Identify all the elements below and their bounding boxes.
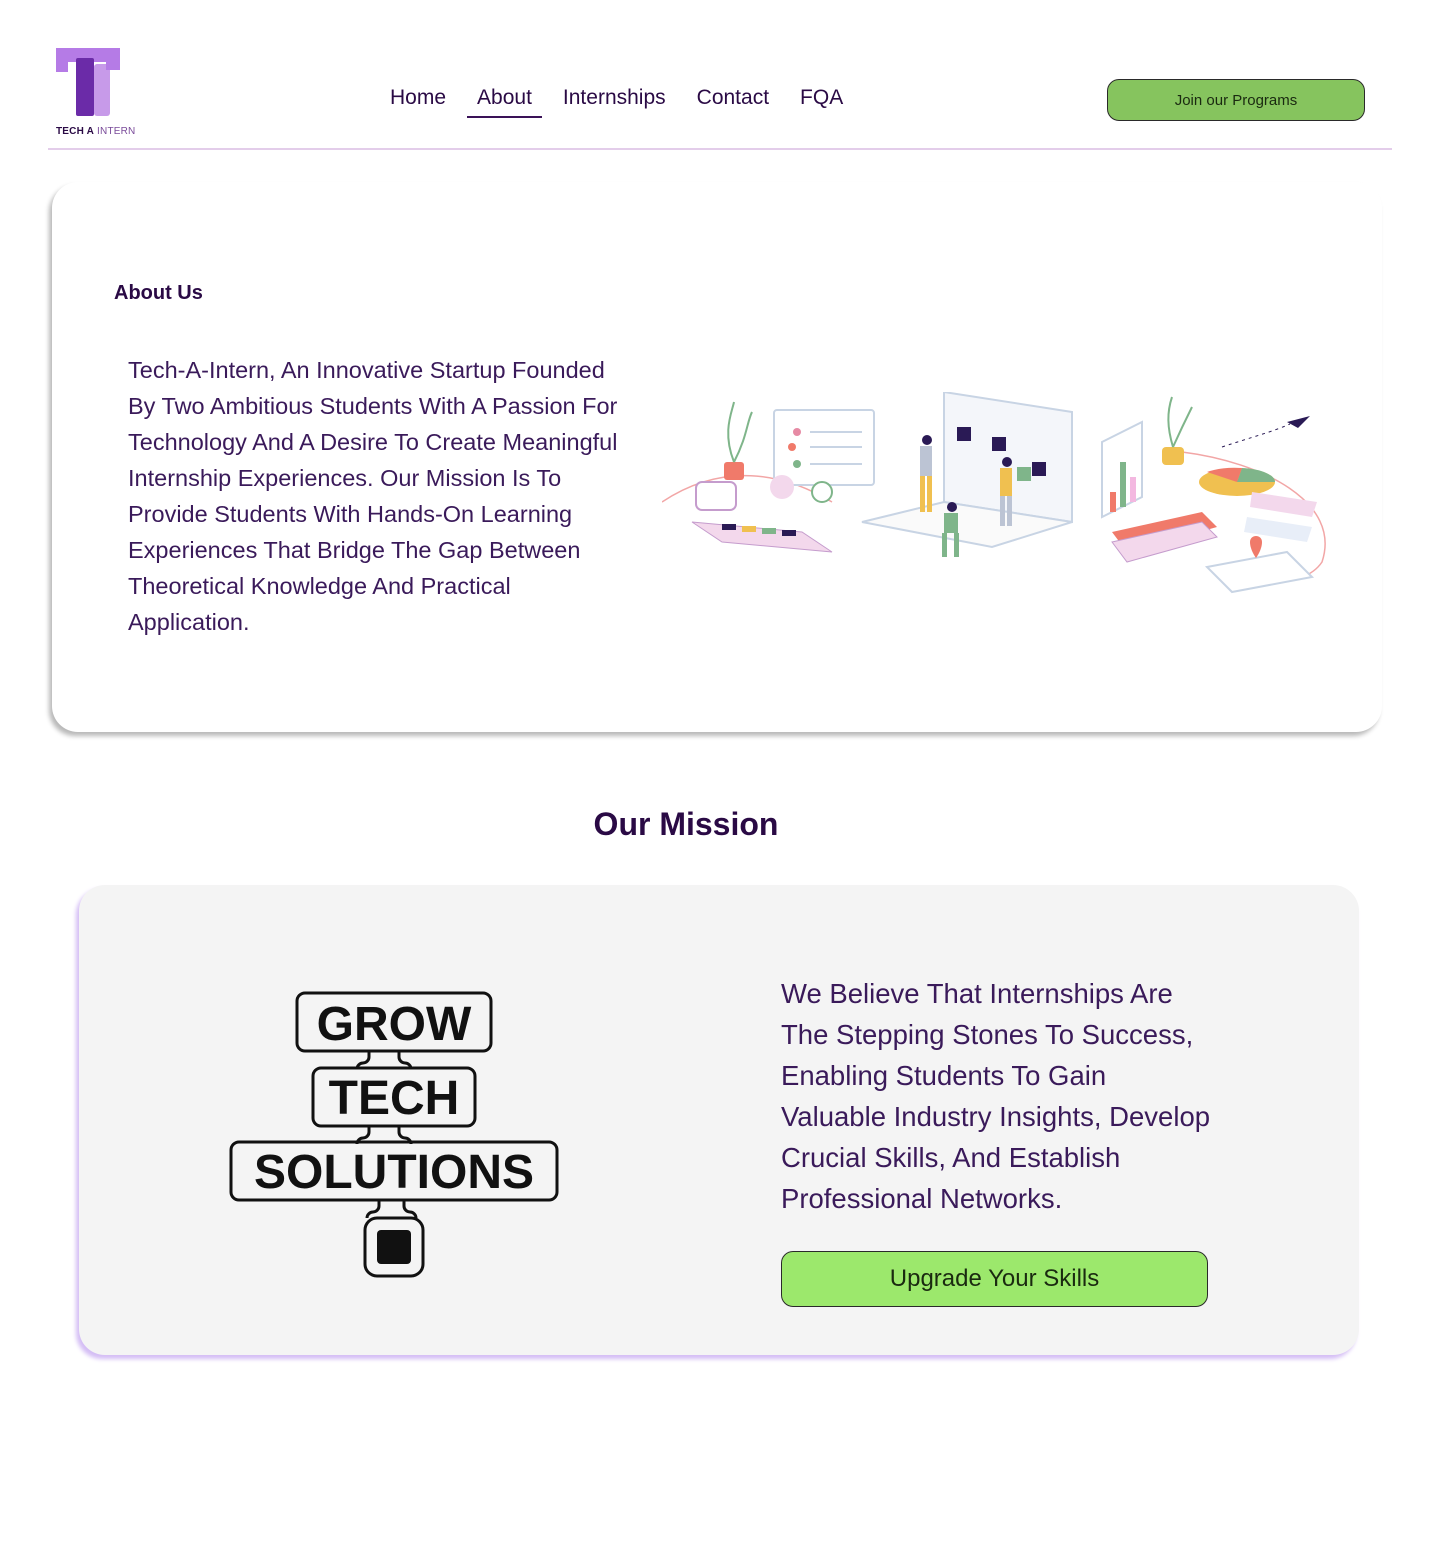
main-nav: Home About Internships Contact FQA <box>380 86 864 118</box>
teamwork-puzzle-illustration <box>662 392 1326 594</box>
upgrade-skills-button[interactable]: Upgrade Your Skills <box>781 1251 1208 1307</box>
nav-contact[interactable]: Contact <box>687 86 779 118</box>
logo-word-tech: TECH <box>329 1072 460 1125</box>
nav-fqa[interactable]: FQA <box>790 86 853 118</box>
mission-title: Our Mission <box>593 806 779 842</box>
logo-word-grow: GROW <box>317 998 472 1051</box>
about-description: Tech-A-Intern, An Innovative Startup Fou… <box>128 357 618 635</box>
nav-home[interactable]: Home <box>380 86 456 118</box>
nav-about[interactable]: About <box>467 86 542 118</box>
logo-t-icon <box>56 48 120 116</box>
logo-wordmark: TECH A INTERN <box>56 126 136 137</box>
join-programs-button[interactable]: Join our Programs <box>1107 79 1365 121</box>
mission-section: GROW TECH SOLUTIONS We Believe That Inte… <box>79 885 1359 1355</box>
brand-logo[interactable]: TECH A INTERN <box>56 48 136 140</box>
about-section: About Us Tech-A-Intern, An Innovative St… <box>52 182 1382 732</box>
logo-word-solutions: SOLUTIONS <box>254 1146 534 1199</box>
grow-tech-solutions-logo: GROW TECH SOLUTIONS <box>229 991 559 1278</box>
nav-internships[interactable]: Internships <box>553 86 676 118</box>
site-header: TECH A INTERN Home About Internships Con… <box>48 0 1392 150</box>
about-title: About Us <box>114 282 203 304</box>
mission-description: We Believe That Internships Are The Step… <box>781 978 1211 1214</box>
